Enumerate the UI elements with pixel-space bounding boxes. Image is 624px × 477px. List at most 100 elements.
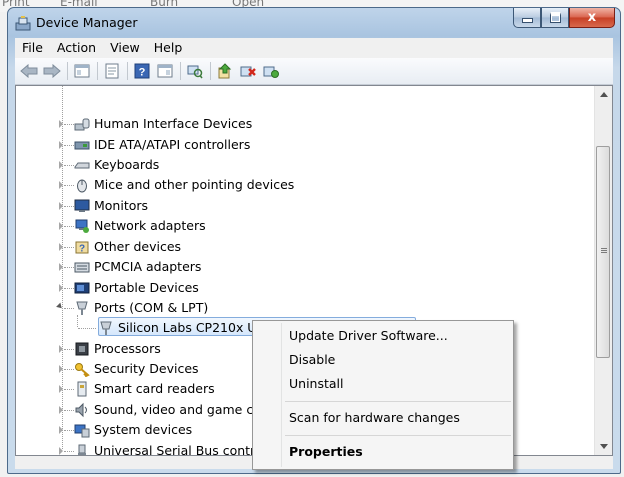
menu-action[interactable]: Action <box>50 38 103 58</box>
expand-arrow-icon[interactable] <box>59 222 63 230</box>
title-bar[interactable]: Device Manager x <box>8 8 620 36</box>
menu-view[interactable]: View <box>103 38 147 58</box>
maximize-button[interactable] <box>541 8 569 28</box>
portable-device-icon <box>74 282 90 294</box>
expand-arrow-icon[interactable] <box>59 406 63 414</box>
tree-item-label: Portable Devices <box>94 280 199 295</box>
processor-icon <box>75 342 89 356</box>
tree-item-label: Monitors <box>94 198 149 213</box>
scroll-down-arrow-icon <box>599 444 608 449</box>
show-hide-tree-button[interactable] <box>73 62 91 80</box>
tree-connector <box>64 226 74 228</box>
expand-arrow-icon[interactable] <box>59 263 63 271</box>
toolbar-separator <box>210 62 211 80</box>
update-driver-toolbar-button[interactable] <box>216 62 234 80</box>
scroll-up-button[interactable] <box>595 86 612 103</box>
toolbar-separator <box>67 62 68 80</box>
tree-item-label: Other devices <box>94 239 182 254</box>
tree-item-label: Processors <box>94 341 161 356</box>
forward-button[interactable] <box>43 62 61 80</box>
tree-connector <box>64 165 74 167</box>
context-separator <box>285 401 511 402</box>
tree-connector <box>64 288 74 290</box>
console-toolbar-button[interactable] <box>156 62 174 80</box>
close-button[interactable]: x <box>569 8 615 28</box>
console-icon <box>157 64 173 78</box>
tree-connector <box>64 308 74 310</box>
device-manager-app-icon <box>15 16 31 31</box>
uninstall-toolbar-button[interactable] <box>239 62 257 80</box>
context-update-driver[interactable]: Update Driver Software... <box>289 325 448 347</box>
update-driver-icon <box>218 63 232 79</box>
expand-arrow-icon[interactable] <box>59 202 63 210</box>
tree-item-label: IDE ATA/ATAPI controllers <box>94 137 251 152</box>
enable-device-icon <box>263 66 279 78</box>
tree-connector <box>64 247 74 249</box>
expand-arrow-icon[interactable] <box>59 447 63 455</box>
context-scan-hardware[interactable]: Scan for hardware changes <box>289 407 460 429</box>
network-adapter-icon <box>75 219 89 233</box>
expand-arrow-icon[interactable] <box>59 243 63 251</box>
tree-item-label: Human Interface Devices <box>94 116 253 131</box>
keyboard-icon <box>74 162 90 169</box>
security-device-icon <box>75 363 90 377</box>
tree-item-label: Keyboards <box>94 157 160 172</box>
expand-arrow-icon[interactable] <box>59 120 63 128</box>
tree-connector <box>64 185 74 187</box>
thumb-grip-line <box>601 250 607 251</box>
tree-item-label: Network adapters <box>94 218 206 233</box>
expand-arrow-icon[interactable] <box>59 161 63 169</box>
scan-hardware-toolbar-button[interactable] <box>186 62 204 80</box>
sound-icon <box>75 402 87 418</box>
tree-connector <box>64 451 74 453</box>
tree-item-label: Security Devices <box>94 361 199 376</box>
context-properties[interactable]: Properties <box>289 441 363 463</box>
tree-connector <box>64 389 74 391</box>
expand-arrow-icon[interactable] <box>59 181 63 189</box>
expand-arrow-icon[interactable] <box>59 141 63 149</box>
toolbar-separator <box>180 62 181 80</box>
tree-connector <box>78 328 96 330</box>
scroll-down-button[interactable] <box>595 438 612 455</box>
properties-toolbar-button[interactable] <box>103 62 121 80</box>
thumb-grip-line <box>601 252 607 253</box>
forward-arrow-icon <box>43 64 61 78</box>
monitor-icon <box>74 199 90 212</box>
device-context-menu: Update Driver Software... Disable Uninst… <box>252 320 514 470</box>
properties-sheet-icon <box>105 63 119 79</box>
enable-device-toolbar-button[interactable] <box>262 62 280 80</box>
tree-item-label: Ports (COM & LPT) <box>94 300 209 315</box>
expand-arrow-icon[interactable] <box>59 426 63 434</box>
tree-connector <box>64 349 74 351</box>
context-separator <box>285 435 511 436</box>
expand-arrow-icon[interactable] <box>59 345 63 353</box>
menu-bar: File Action View Help <box>15 38 613 58</box>
expand-arrow-icon[interactable] <box>59 284 63 292</box>
menu-file[interactable]: File <box>15 38 50 58</box>
expand-arrow-icon[interactable] <box>59 365 63 373</box>
hid-icon <box>74 118 90 131</box>
toolbar: ? <box>15 58 613 85</box>
help-toolbar-button[interactable]: ? <box>133 62 151 80</box>
menu-help[interactable]: Help <box>147 38 190 58</box>
window-title: Device Manager <box>36 15 138 30</box>
svg-text:?: ? <box>139 67 146 79</box>
scroll-up-arrow-icon <box>599 92 608 97</box>
svg-text:?: ? <box>79 244 85 255</box>
uninstall-icon <box>240 66 256 77</box>
help-icon: ? <box>134 63 150 79</box>
close-icon: x <box>587 10 597 25</box>
vertical-scrollbar[interactable] <box>594 86 612 455</box>
mouse-icon <box>77 179 87 193</box>
other-devices-icon: ? <box>75 241 89 255</box>
port-icon <box>100 321 112 335</box>
scan-hardware-icon <box>187 65 203 79</box>
toolbar-separator <box>127 62 128 80</box>
expand-arrow-icon[interactable] <box>59 385 63 393</box>
tree-connector <box>64 410 74 412</box>
context-disable[interactable]: Disable <box>289 349 335 371</box>
context-uninstall[interactable]: Uninstall <box>289 373 344 395</box>
minimize-button[interactable] <box>513 8 541 28</box>
back-button[interactable] <box>20 62 38 80</box>
scrollbar-thumb[interactable] <box>596 146 610 358</box>
